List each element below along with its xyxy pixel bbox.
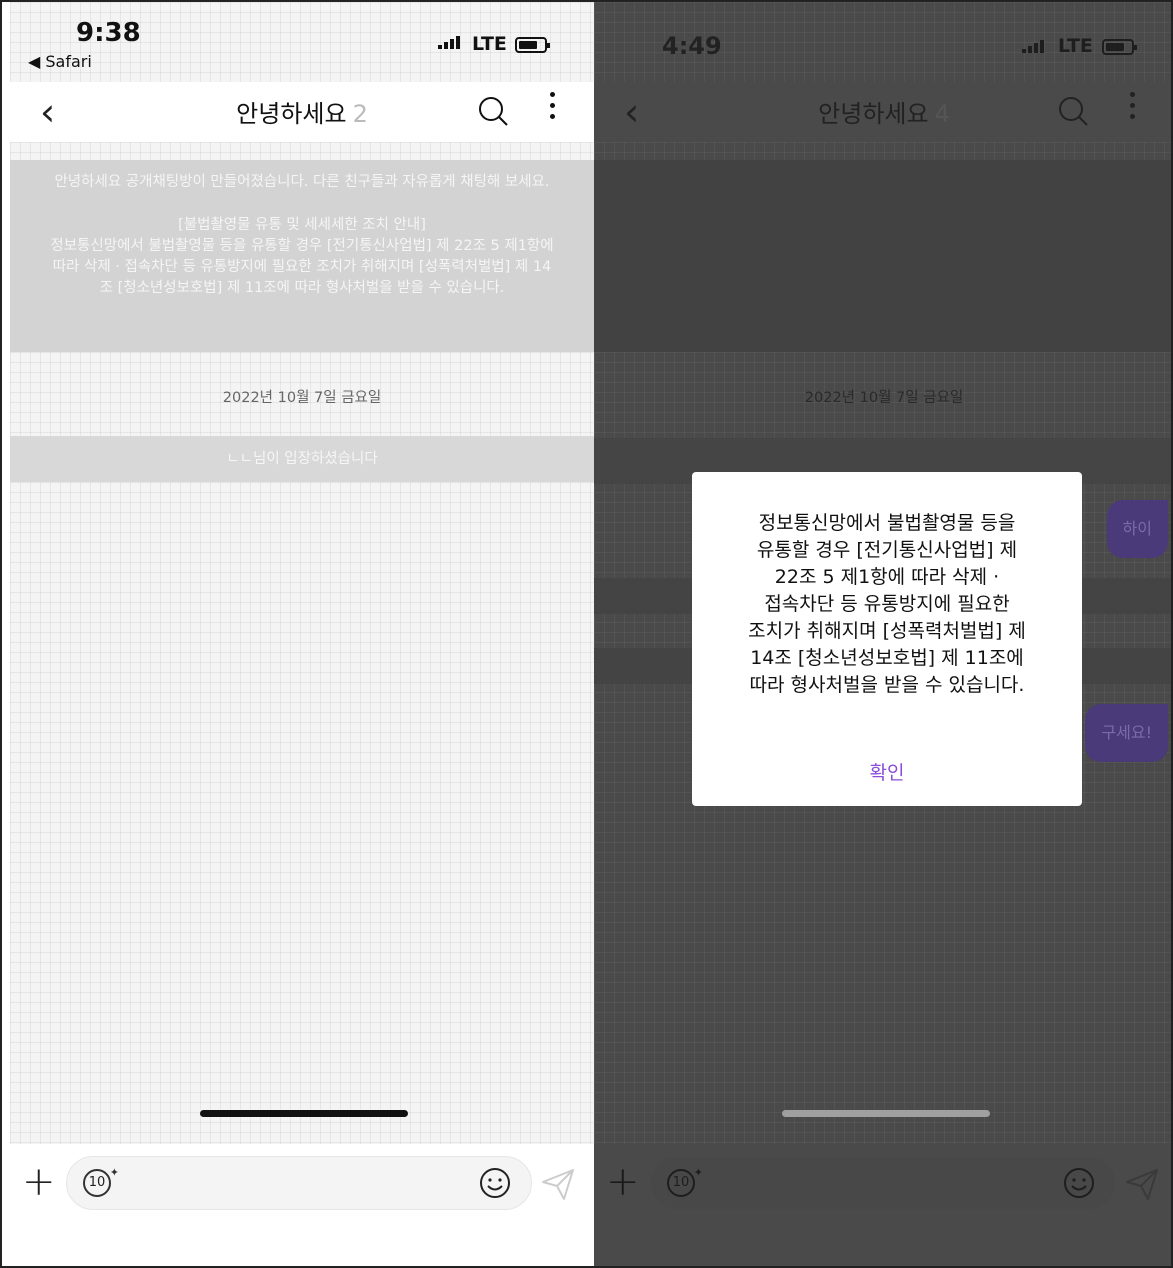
left-phone-screen: 9:38 ◀ Safari LTE ‹ 안녕하세요 2 안녕하세요 공개채팅방이 … [10, 2, 594, 1266]
dialog-line: 조치가 취해지며 [성폭력처벌법] 제 [748, 620, 1026, 642]
signal-icon [1022, 40, 1044, 53]
right-phone-screen: 4:49 LTE ‹ 안녕하세요 4 2022년 10월 7일 금요일 하이 구세… [594, 2, 1171, 1266]
dialog-message: 정보통신망에서 불법촬영물 등을 유통할 경우 [전기통신사업법] 제 22조 … [692, 472, 1082, 699]
home-indicator [200, 1110, 408, 1117]
send-icon[interactable] [1124, 1166, 1160, 1202]
dialog-line: 유통할 경우 [전기통신사업법] 제 [756, 539, 1018, 561]
chat-title-text: 안녕하세요 [818, 100, 929, 128]
comparison-screenshot: 9:38 ◀ Safari LTE ‹ 안녕하세요 2 안녕하세요 공개채팅방이 … [0, 0, 1173, 1268]
status-time: 9:38 [76, 18, 141, 48]
notice-intro: 안녕하세요 공개채팅방이 만들어졌습니다. 다른 친구들과 자유롭게 채팅해 보… [54, 174, 550, 190]
send-icon[interactable] [540, 1166, 576, 1202]
emoji-icon[interactable] [1063, 1167, 1095, 1199]
chat-bubble: 하이 [1106, 500, 1168, 558]
date-divider: 2022년 10월 7일 금요일 [222, 390, 382, 406]
message-input[interactable]: 10 [66, 1156, 532, 1210]
battery-icon [1102, 39, 1137, 55]
home-indicator [782, 1110, 990, 1117]
dialog-line: 14조 [청소년성보호법] 제 11조에 [750, 647, 1024, 669]
chat-title-text: 안녕하세요 [236, 100, 347, 128]
chat-header: ‹ 안녕하세요 2 [10, 82, 594, 142]
message-input-bar: + 10 [10, 1144, 594, 1266]
message-input[interactable]: 10 [650, 1156, 1116, 1210]
network-label: LTE [1058, 35, 1093, 57]
status-time: 4:49 [662, 32, 722, 60]
gif-badge-icon[interactable]: 10 [667, 1161, 703, 1197]
member-count: 4 [934, 100, 950, 128]
emoji-icon[interactable] [479, 1167, 511, 1199]
system-notice: 안녕하세요 공개채팅방이 만들어졌습니다. 다른 친구들과 자유롭게 채팅해 보… [10, 160, 594, 352]
member-count: 2 [352, 100, 368, 128]
chat-bubble: 구세요! [1085, 704, 1168, 762]
notice-heading: [불법촬영물 유통 및 세세세한 조치 안내] [178, 217, 426, 233]
status-bar: 9:38 ◀ Safari LTE [10, 2, 594, 82]
battery-icon [515, 37, 550, 53]
system-notice [594, 160, 1171, 352]
dialog-line: 따라 형사처벌을 받을 수 있습니다. [749, 674, 1025, 696]
network-label: LTE [472, 33, 507, 55]
search-icon[interactable] [478, 96, 508, 126]
dialog-line: 정보통신망에서 불법촬영물 등을 [758, 512, 1016, 534]
notice-body: 정보통신망에서 불법촬영물 등을 유통할 경우 [전기통신사업법] 제 22조 … [50, 238, 554, 296]
confirm-button[interactable]: 확인 [692, 758, 1082, 785]
plus-icon[interactable]: + [22, 1160, 56, 1204]
legal-warning-dialog: 정보통신망에서 불법촬영물 등을 유통할 경우 [전기통신사업법] 제 22조 … [692, 472, 1082, 806]
chat-header: ‹ 안녕하세요 4 [594, 82, 1171, 142]
date-divider: 2022년 10월 7일 금요일 [804, 390, 964, 406]
signal-icon [438, 36, 460, 49]
dialog-line: 접속차단 등 유통방지에 필요한 [764, 593, 1010, 615]
join-message: ㄴㄴ님이 입장하셨습니다 [10, 436, 594, 482]
dialog-line: 22조 5 제1항에 따라 삭제 · [774, 566, 1000, 588]
search-icon[interactable] [1058, 96, 1088, 126]
gif-badge-icon[interactable]: 10 [83, 1161, 119, 1197]
plus-icon[interactable]: + [606, 1160, 640, 1204]
more-options-icon[interactable] [1128, 92, 1136, 122]
status-bar: 4:49 LTE [594, 2, 1171, 82]
more-options-icon[interactable] [548, 92, 556, 122]
back-to-safari-link[interactable]: ◀ Safari [28, 52, 92, 71]
message-input-bar: + 10 [594, 1144, 1171, 1266]
